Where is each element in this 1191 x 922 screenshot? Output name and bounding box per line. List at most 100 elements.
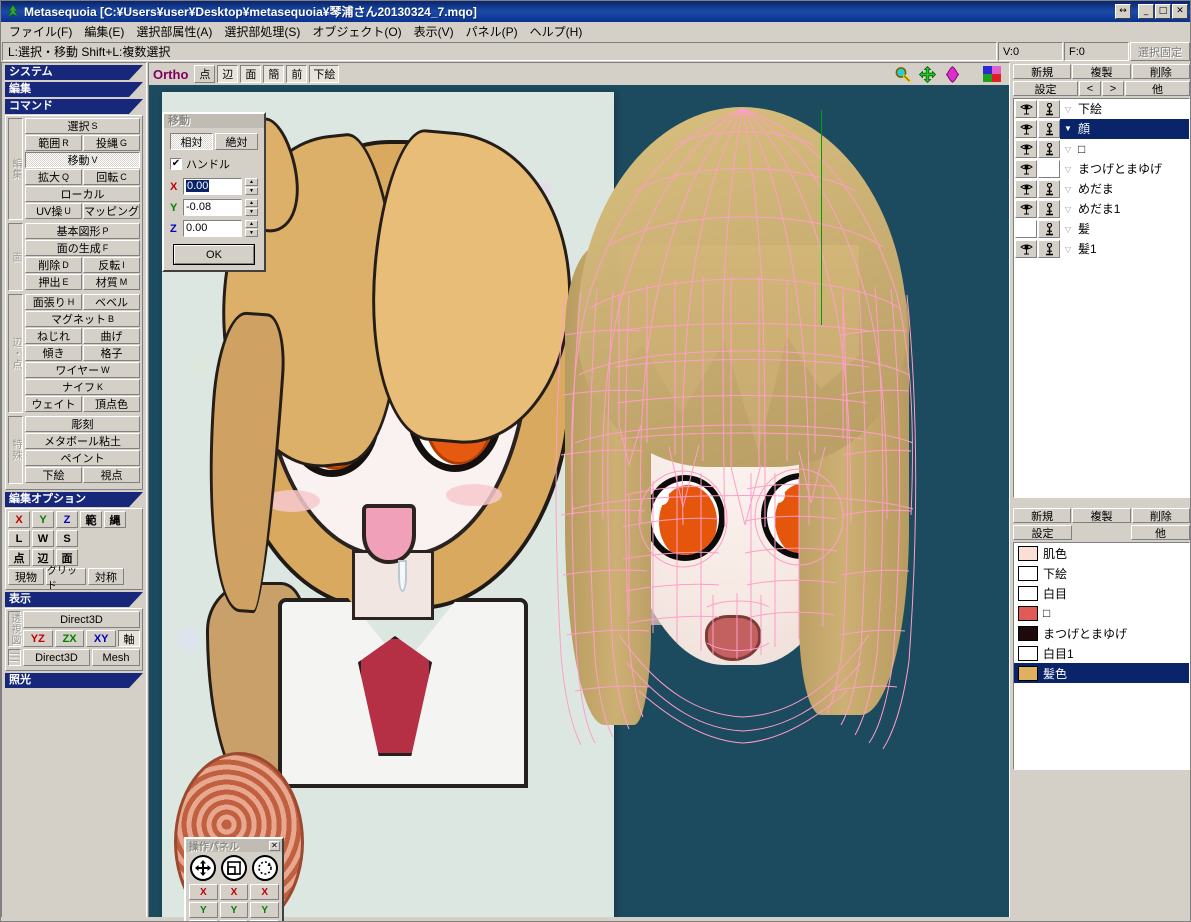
panel-command-header[interactable]: コマンド	[5, 99, 143, 114]
move-handle-checkbox[interactable]: ✔	[170, 158, 182, 170]
lock-icon[interactable]	[1038, 240, 1060, 258]
display-renderer-bottom-button[interactable]: Direct3D	[23, 649, 90, 666]
display-mesh-button[interactable]: Mesh	[92, 649, 140, 666]
object-other-button[interactable]: 他	[1125, 81, 1190, 96]
panel-edit-options-header[interactable]: 編集オプション	[5, 492, 143, 507]
operation-panel[interactable]: 操作パネル ✕ X X X Y Y Y	[184, 837, 284, 921]
cmd-sculpt[interactable]: 彫刻	[25, 416, 140, 432]
menu-help[interactable]: ヘルプ(H)	[524, 21, 589, 42]
cmd-bevel[interactable]: ベベル	[83, 294, 140, 310]
option-lasso[interactable]: 縄	[104, 511, 126, 528]
viewport-front-view[interactable]: 前	[286, 65, 308, 83]
move-dialog-ok-button[interactable]: OK	[173, 244, 255, 265]
option-w[interactable]: W	[32, 530, 54, 547]
panel-edit-header[interactable]: 編集	[5, 82, 143, 97]
option-l[interactable]: L	[8, 530, 30, 547]
cmd-twist[interactable]: ねじれ	[25, 328, 82, 344]
op-rotate-x[interactable]: X	[250, 884, 280, 900]
menu-object[interactable]: オブジェクト(O)	[306, 21, 407, 42]
move-field-x-spinner[interactable]: ▲ ▼	[245, 178, 258, 195]
viewport-simple-mode[interactable]: 簡	[263, 65, 285, 83]
material-color-swatch[interactable]	[1018, 665, 1038, 681]
option-symmetry[interactable]: 対称	[88, 568, 124, 585]
material-color-swatch[interactable]	[1018, 625, 1038, 641]
object-duplicate-button[interactable]: 複製	[1072, 64, 1131, 79]
option-axis-x[interactable]: X	[8, 511, 30, 528]
object-new-button[interactable]: 新規	[1013, 64, 1072, 79]
cmd-tilt[interactable]: 傾き	[25, 345, 82, 361]
material-list-item-lashes-brows[interactable]: まつげとまゆげ	[1014, 623, 1189, 643]
cmd-magnet[interactable]: マグネット B	[25, 311, 140, 327]
cmd-material[interactable]: 材質 M	[83, 274, 140, 290]
viewport-show-edge[interactable]: 辺	[217, 65, 239, 83]
maximize-button[interactable]: □	[1155, 4, 1171, 19]
cmd-knife[interactable]: ナイフ K	[25, 379, 140, 395]
option-axis-z[interactable]: Z	[56, 511, 78, 528]
expand-chevron-icon[interactable]: ▽	[1060, 185, 1076, 194]
cmd-lasso-select[interactable]: 投縄 G	[83, 135, 140, 151]
cmd-bridge[interactable]: 面張り H	[25, 294, 82, 310]
material-list-item-square[interactable]: □	[1014, 603, 1189, 623]
menu-selection-process[interactable]: 選択部処理(S)	[218, 21, 306, 42]
visibility-icon[interactable]	[1015, 140, 1037, 158]
cmd-metaball-clay[interactable]: メタボール粘土	[25, 433, 140, 449]
expand-chevron-icon[interactable]: ▽	[1060, 145, 1076, 154]
material-list-item-sclera1[interactable]: 白目1	[1014, 643, 1189, 663]
cmd-delete[interactable]: 削除 D	[25, 257, 82, 273]
material-new-button[interactable]: 新規	[1013, 508, 1072, 523]
panel-lighting-header[interactable]: 照光	[5, 673, 143, 688]
object-list-item-hair1[interactable]: ▽ 髪1	[1014, 239, 1189, 259]
display-axis-toggle[interactable]: 軸	[118, 630, 141, 647]
move-dialog[interactable]: 移動 相対 絶対 ✔ ハンドル X 0.00 ▲ ▼ Y -0.08 ▲ ▼ Z…	[162, 112, 266, 272]
object-prev-button[interactable]: <	[1079, 81, 1101, 96]
display-plane-yz[interactable]: YZ	[23, 630, 53, 647]
option-range[interactable]: 範	[80, 511, 102, 528]
op-scale-x[interactable]: X	[219, 884, 249, 900]
material-list-item-hair-color[interactable]: 髪色	[1014, 663, 1189, 683]
spin-down-icon[interactable]: ▼	[245, 229, 258, 237]
panel-display-header[interactable]: 表示	[5, 592, 143, 607]
material-duplicate-button[interactable]: 複製	[1072, 508, 1131, 523]
object-list-item-square[interactable]: ▽ □	[1014, 139, 1189, 159]
cmd-paint[interactable]: ペイント	[25, 450, 140, 466]
op-rotate-y[interactable]: Y	[250, 902, 280, 918]
color-grid-icon[interactable]	[983, 66, 1001, 82]
expand-chevron-icon[interactable]: ▼	[1060, 119, 1076, 139]
object-settings-button[interactable]: 設定	[1013, 81, 1078, 96]
lock-icon[interactable]	[1038, 180, 1060, 198]
object-list-item-lashes-brows[interactable]: ▽ まつげとまゆげ	[1014, 159, 1189, 179]
cmd-local[interactable]: ローカル	[25, 186, 140, 202]
model-head[interactable]	[469, 95, 929, 795]
material-color-swatch[interactable]	[1018, 585, 1038, 601]
spin-up-icon[interactable]: ▲	[245, 199, 258, 207]
move-field-y-input[interactable]: -0.08	[183, 199, 242, 216]
material-color-swatch[interactable]	[1018, 545, 1038, 561]
material-other-button[interactable]: 他	[1131, 525, 1190, 540]
expand-chevron-icon[interactable]: ▽	[1060, 225, 1076, 234]
op-move-x[interactable]: X	[189, 884, 218, 900]
object-list-item-face[interactable]: ▼ 顔	[1014, 119, 1189, 139]
cmd-create-face[interactable]: 面の生成 F	[25, 240, 140, 256]
option-axis-y[interactable]: Y	[32, 511, 54, 528]
op-scale-y[interactable]: Y	[219, 902, 249, 918]
lock-icon[interactable]	[1038, 100, 1060, 118]
menu-view[interactable]: 表示(V)	[408, 21, 460, 42]
cmd-vertex-color[interactable]: 頂点色	[83, 396, 140, 412]
cmd-invert[interactable]: 反転 I	[83, 257, 140, 273]
selection-lock-button[interactable]: 選択固定	[1130, 42, 1190, 61]
material-list-item-backdrop[interactable]: 下絵	[1014, 563, 1189, 583]
move-field-y-spinner[interactable]: ▲ ▼	[245, 199, 258, 216]
lock-icon[interactable]	[1038, 120, 1060, 138]
move-mode-absolute[interactable]: 絶対	[215, 133, 258, 150]
object-next-button[interactable]: >	[1102, 81, 1124, 96]
material-list[interactable]: 肌色 下絵 白目 □ まつげとまゆげ 白目1 髪色	[1013, 542, 1190, 770]
spin-up-icon[interactable]: ▲	[245, 178, 258, 186]
move-mode-relative[interactable]: 相対	[170, 133, 213, 150]
cmd-mapping[interactable]: マッピング	[83, 203, 140, 219]
material-color-swatch[interactable]	[1018, 645, 1038, 661]
material-list-item-skin[interactable]: 肌色	[1014, 543, 1189, 563]
move-field-z-spinner[interactable]: ▲ ▼	[245, 220, 258, 237]
close-icon[interactable]: ✕	[269, 840, 280, 851]
spin-up-icon[interactable]: ▲	[245, 220, 258, 228]
visibility-icon[interactable]	[1015, 240, 1037, 258]
